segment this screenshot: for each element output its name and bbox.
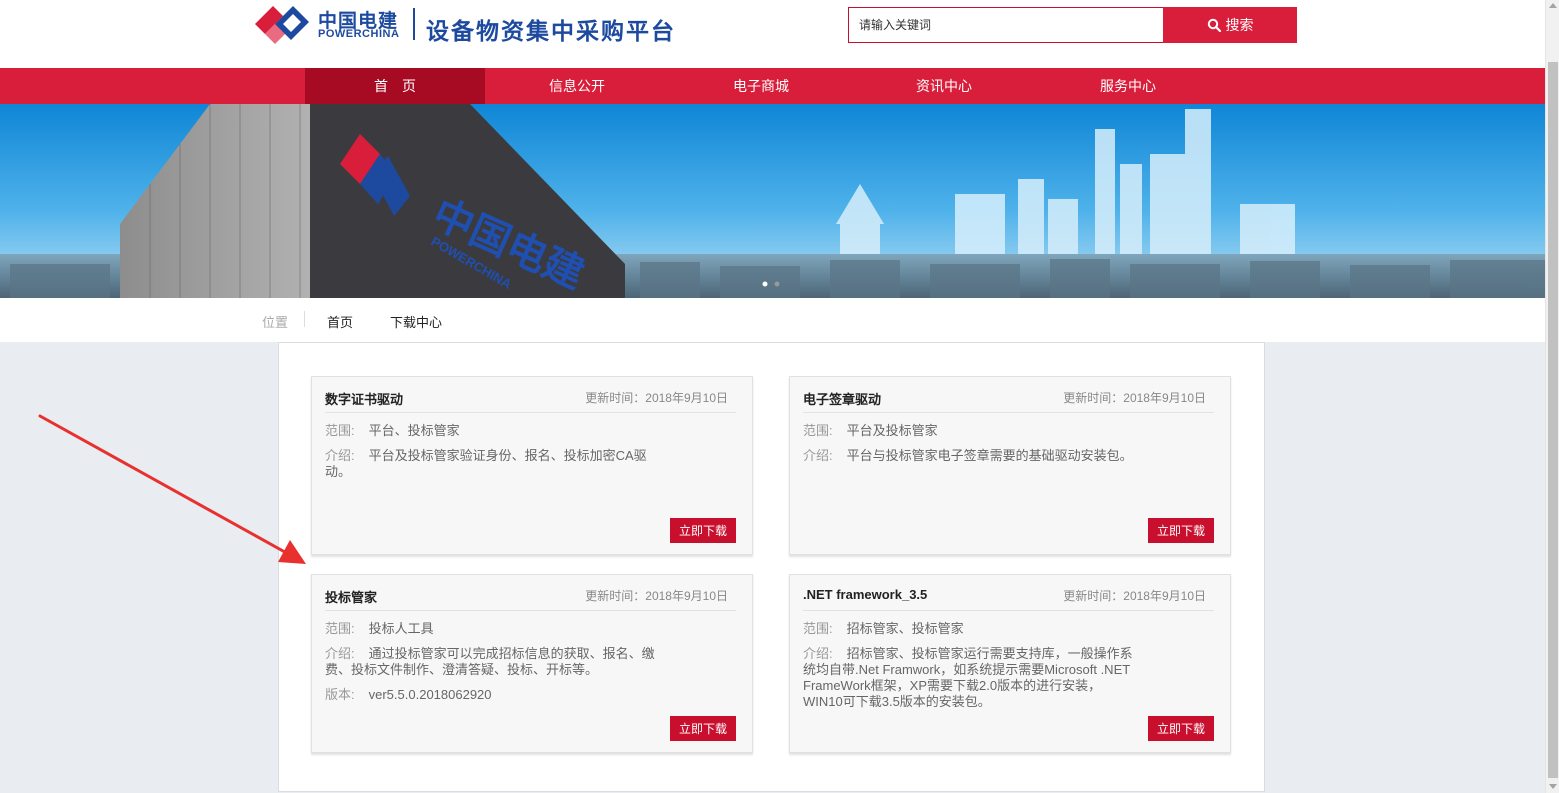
- card-header: 电子签章驱动 更新时间：2018年9月10日: [803, 377, 1214, 413]
- scope-label: 范围:: [325, 423, 355, 438]
- download-panel: 数字证书驱动 更新时间：2018年9月10日 范围: 平台、投标管家 介绍: 平台及…: [278, 342, 1265, 792]
- scope-value: 平台及投标管家: [846, 423, 938, 438]
- intro-label: 介绍:: [803, 448, 833, 463]
- platform-title: 设备物资集中采购平台: [426, 18, 676, 44]
- card-update-time: 更新时间：2018年9月10日: [1063, 391, 1206, 405]
- breadcrumb-home-link[interactable]: 首页: [327, 312, 353, 331]
- download-card-e-signature-driver: 电子签章驱动 更新时间：2018年9月10日 范围: 平台及投标管家 介绍: 平台与…: [789, 376, 1231, 555]
- brand-divider: [413, 8, 415, 40]
- breadcrumb: 位置 首页 下载中心: [0, 298, 1545, 342]
- card-scope: 范围: 招标管家、投标管家: [803, 621, 1133, 637]
- card-version: 版本: ver5.5.0.2018062920: [325, 687, 655, 703]
- scroll-up-arrow-icon[interactable]: [1549, 3, 1557, 8]
- card-scope: 范围: 平台、投标管家: [325, 423, 655, 439]
- intro-line: 通过投标管家可以完成招标信息的获取、报名、缴: [368, 646, 655, 661]
- scope-value: 招标管家、投标管家: [846, 621, 964, 636]
- hero-banner[interactable]: 中国电建 POWERCHINA: [0, 104, 1545, 298]
- card-title[interactable]: 数字证书驱动: [325, 389, 403, 408]
- download-card-dotnet-framework: .NET framework_3.5 更新时间：2018年9月10日 范围: 招标…: [789, 574, 1231, 753]
- card-intro-cont: 费、投标文件制作、澄清答疑、投标、开标等。: [325, 662, 599, 677]
- card-intro-cont: 统均自带.Net Framwork，如系统提示需要Microsoft .NET: [803, 662, 1131, 677]
- breadcrumb-label: 位置: [262, 315, 289, 330]
- version-value: ver5.5.0.2018062920: [368, 687, 492, 702]
- powerchina-logo[interactable]: [253, 2, 311, 46]
- breadcrumb-divider: [304, 311, 305, 327]
- nav-item-news-center[interactable]: 资讯中心: [854, 68, 1034, 104]
- search-button[interactable]: 搜索: [1163, 7, 1297, 43]
- search-icon: [1207, 18, 1221, 32]
- carousel-dot-1[interactable]: [762, 281, 768, 287]
- intro-line: 平台与投标管家电子签章需要的基础驱动安装包。: [846, 448, 1133, 463]
- scroll-down-arrow-icon[interactable]: [1549, 784, 1557, 789]
- intro-line: 招标管家、投标管家运行需要支持库，一般操作系: [846, 646, 1133, 661]
- scope-value: 投标人工具: [368, 621, 434, 636]
- card-intro-cont: 动。: [325, 464, 352, 479]
- card-header: .NET framework_3.5 更新时间：2018年9月10日: [803, 575, 1214, 611]
- intro-line: 平台及投标管家验证身份、报名、投标加密CA驱: [368, 448, 647, 463]
- site-header: 中国电建 POWERCHINA 设备物资集中采购平台 搜索: [0, 0, 1545, 68]
- card-update-time: 更新时间：2018年9月10日: [585, 589, 728, 603]
- card-intro: 介绍: 平台及投标管家验证身份、报名、投标加密CA驱: [325, 448, 655, 464]
- card-scope: 范围: 平台及投标管家: [803, 423, 1133, 439]
- scope-label: 范围:: [803, 621, 833, 636]
- version-label: 版本:: [325, 687, 355, 702]
- brand-name-en: POWERCHINA: [318, 28, 400, 40]
- download-button[interactable]: 立即下载: [670, 716, 736, 741]
- card-scope: 范围: 投标人工具: [325, 621, 655, 637]
- nav-item-info-disclosure[interactable]: 信息公开: [487, 68, 667, 104]
- card-title[interactable]: 投标管家: [325, 587, 377, 606]
- download-button[interactable]: 立即下载: [1148, 518, 1214, 543]
- card-intro-cont: WIN10可下载3.5版本的安装包。: [803, 694, 991, 709]
- search-input[interactable]: [848, 7, 1164, 43]
- download-card-bid-manager: 投标管家 更新时间：2018年9月10日 范围: 投标人工具 介绍: 通过投标管家可…: [311, 574, 753, 753]
- vertical-scrollbar[interactable]: [1545, 0, 1559, 793]
- card-title[interactable]: .NET framework_3.5: [803, 587, 927, 602]
- main-nav: 首页 信息公开 电子商城 资讯中心 服务中心: [0, 68, 1545, 104]
- carousel-dot-2[interactable]: [774, 281, 780, 287]
- scope-value: 平台、投标管家: [368, 423, 460, 438]
- card-update-time: 更新时间：2018年9月10日: [585, 391, 728, 405]
- card-title[interactable]: 电子签章驱动: [803, 389, 881, 408]
- breadcrumb-current[interactable]: 下载中心: [390, 312, 442, 331]
- download-card-digital-cert-driver: 数字证书驱动 更新时间：2018年9月10日 范围: 平台、投标管家 介绍: 平台及…: [311, 376, 753, 555]
- intro-label: 介绍:: [325, 646, 355, 661]
- card-header: 数字证书驱动 更新时间：2018年9月10日: [325, 377, 736, 413]
- search-button-label: 搜索: [1225, 17, 1254, 33]
- card-intro: 介绍: 平台与投标管家电子签章需要的基础驱动安装包。: [803, 448, 1183, 464]
- download-button[interactable]: 立即下载: [670, 518, 736, 543]
- card-intro-cont: FrameWork框架，XP需要下载2.0版本的进行安装，: [803, 678, 1102, 693]
- card-header: 投标管家 更新时间：2018年9月10日: [325, 575, 736, 611]
- intro-label: 介绍:: [803, 646, 833, 661]
- card-intro: 介绍: 通过投标管家可以完成招标信息的获取、报名、缴: [325, 646, 655, 662]
- intro-label: 介绍:: [325, 448, 355, 463]
- scope-label: 范围:: [325, 621, 355, 636]
- card-update-time: 更新时间：2018年9月10日: [1063, 589, 1206, 603]
- download-button[interactable]: 立即下载: [1148, 716, 1214, 741]
- scope-label: 范围:: [803, 423, 833, 438]
- nav-item-e-mall[interactable]: 电子商城: [671, 68, 851, 104]
- scrollbar-thumb[interactable]: [1548, 62, 1558, 778]
- card-intro: 介绍: 招标管家、投标管家运行需要支持库，一般操作系: [803, 646, 1143, 662]
- nav-item-service-center[interactable]: 服务中心: [1038, 68, 1218, 104]
- nav-item-home[interactable]: 首页: [305, 68, 485, 104]
